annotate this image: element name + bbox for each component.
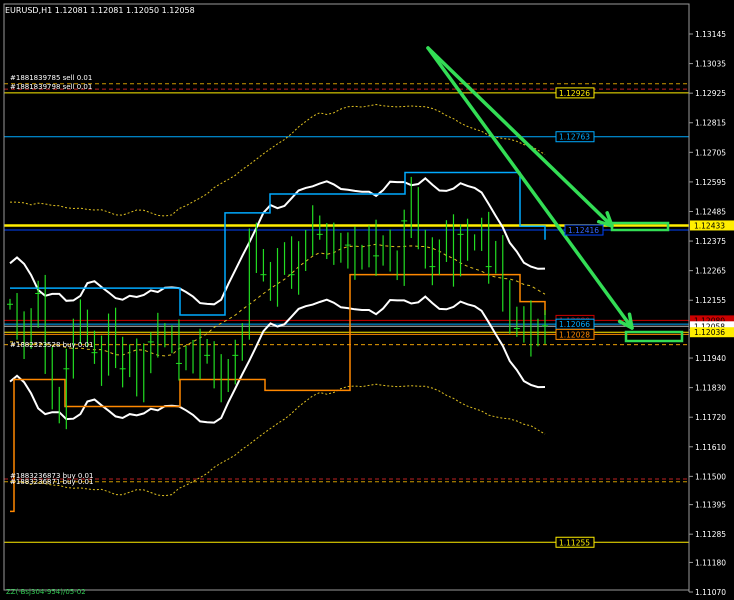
y-tick-label: 1.12925 xyxy=(695,89,726,98)
y-tick-label: 1.12815 xyxy=(695,119,726,128)
order-label: #1882323528 buy 0.01 xyxy=(10,341,93,349)
y-tick-label: 1.13145 xyxy=(695,30,726,39)
y-tick-label: 1.11610 xyxy=(695,443,726,452)
y-tick-label: 1.12265 xyxy=(695,267,726,276)
level-tag-label: 1.11255 xyxy=(559,538,590,547)
order-label: #1881839798 sell 0.01 xyxy=(10,83,92,91)
y-tick-label: 1.12485 xyxy=(695,207,726,216)
price-chart[interactable]: 1.13145 1.13035 1.12925 1.12815 1.12705 1.125… xyxy=(0,0,734,600)
y-tick-label: 1.11070 xyxy=(695,588,726,597)
level-tag-label: 1.12028 xyxy=(559,330,590,339)
y-tick-label: 1.11395 xyxy=(695,501,726,510)
y-tick-label: 1.11720 xyxy=(695,413,726,422)
chart-background xyxy=(0,0,734,600)
level-tag-label: 1.12416 xyxy=(568,226,599,235)
level-tag-label: 1.12763 xyxy=(559,133,590,142)
y-tick-label: 1.11940 xyxy=(695,354,726,363)
y-tick-label: 1.11500 xyxy=(695,472,726,481)
y-tick-label: 1.12155 xyxy=(695,296,726,305)
y-tick-label: 1.13035 xyxy=(695,60,726,69)
y-tick-label: 1.11285 xyxy=(695,530,726,539)
order-label: #1883236871 buy 0.01 xyxy=(10,478,93,486)
axis-price-tag-label: 1.12036 xyxy=(694,328,725,337)
level-tag-label: 1.12066 xyxy=(559,320,590,329)
y-tick-label: 1.11830 xyxy=(695,384,726,393)
chart-frame: 1.13145 1.13035 1.12925 1.12815 1.12705 1.125… xyxy=(0,0,734,600)
axis-price-tag-label: 1.12433 xyxy=(694,221,725,230)
y-tick-label: 1.12705 xyxy=(695,148,726,157)
order-label: #1881839785 sell 0.01 xyxy=(10,74,92,82)
zigzag-label: ZZ(-Bsj304-954)/05-02 xyxy=(6,588,86,596)
y-tick-label: 1.11180 xyxy=(695,558,726,567)
y-tick-label: 1.12595 xyxy=(695,178,726,187)
symbol-header: EURUSD,H1 1.12081 1.12081 1.12050 1.1205… xyxy=(5,6,195,15)
level-tag-label: 1.12926 xyxy=(559,89,590,98)
y-tick-label: 1.12375 xyxy=(695,237,726,246)
